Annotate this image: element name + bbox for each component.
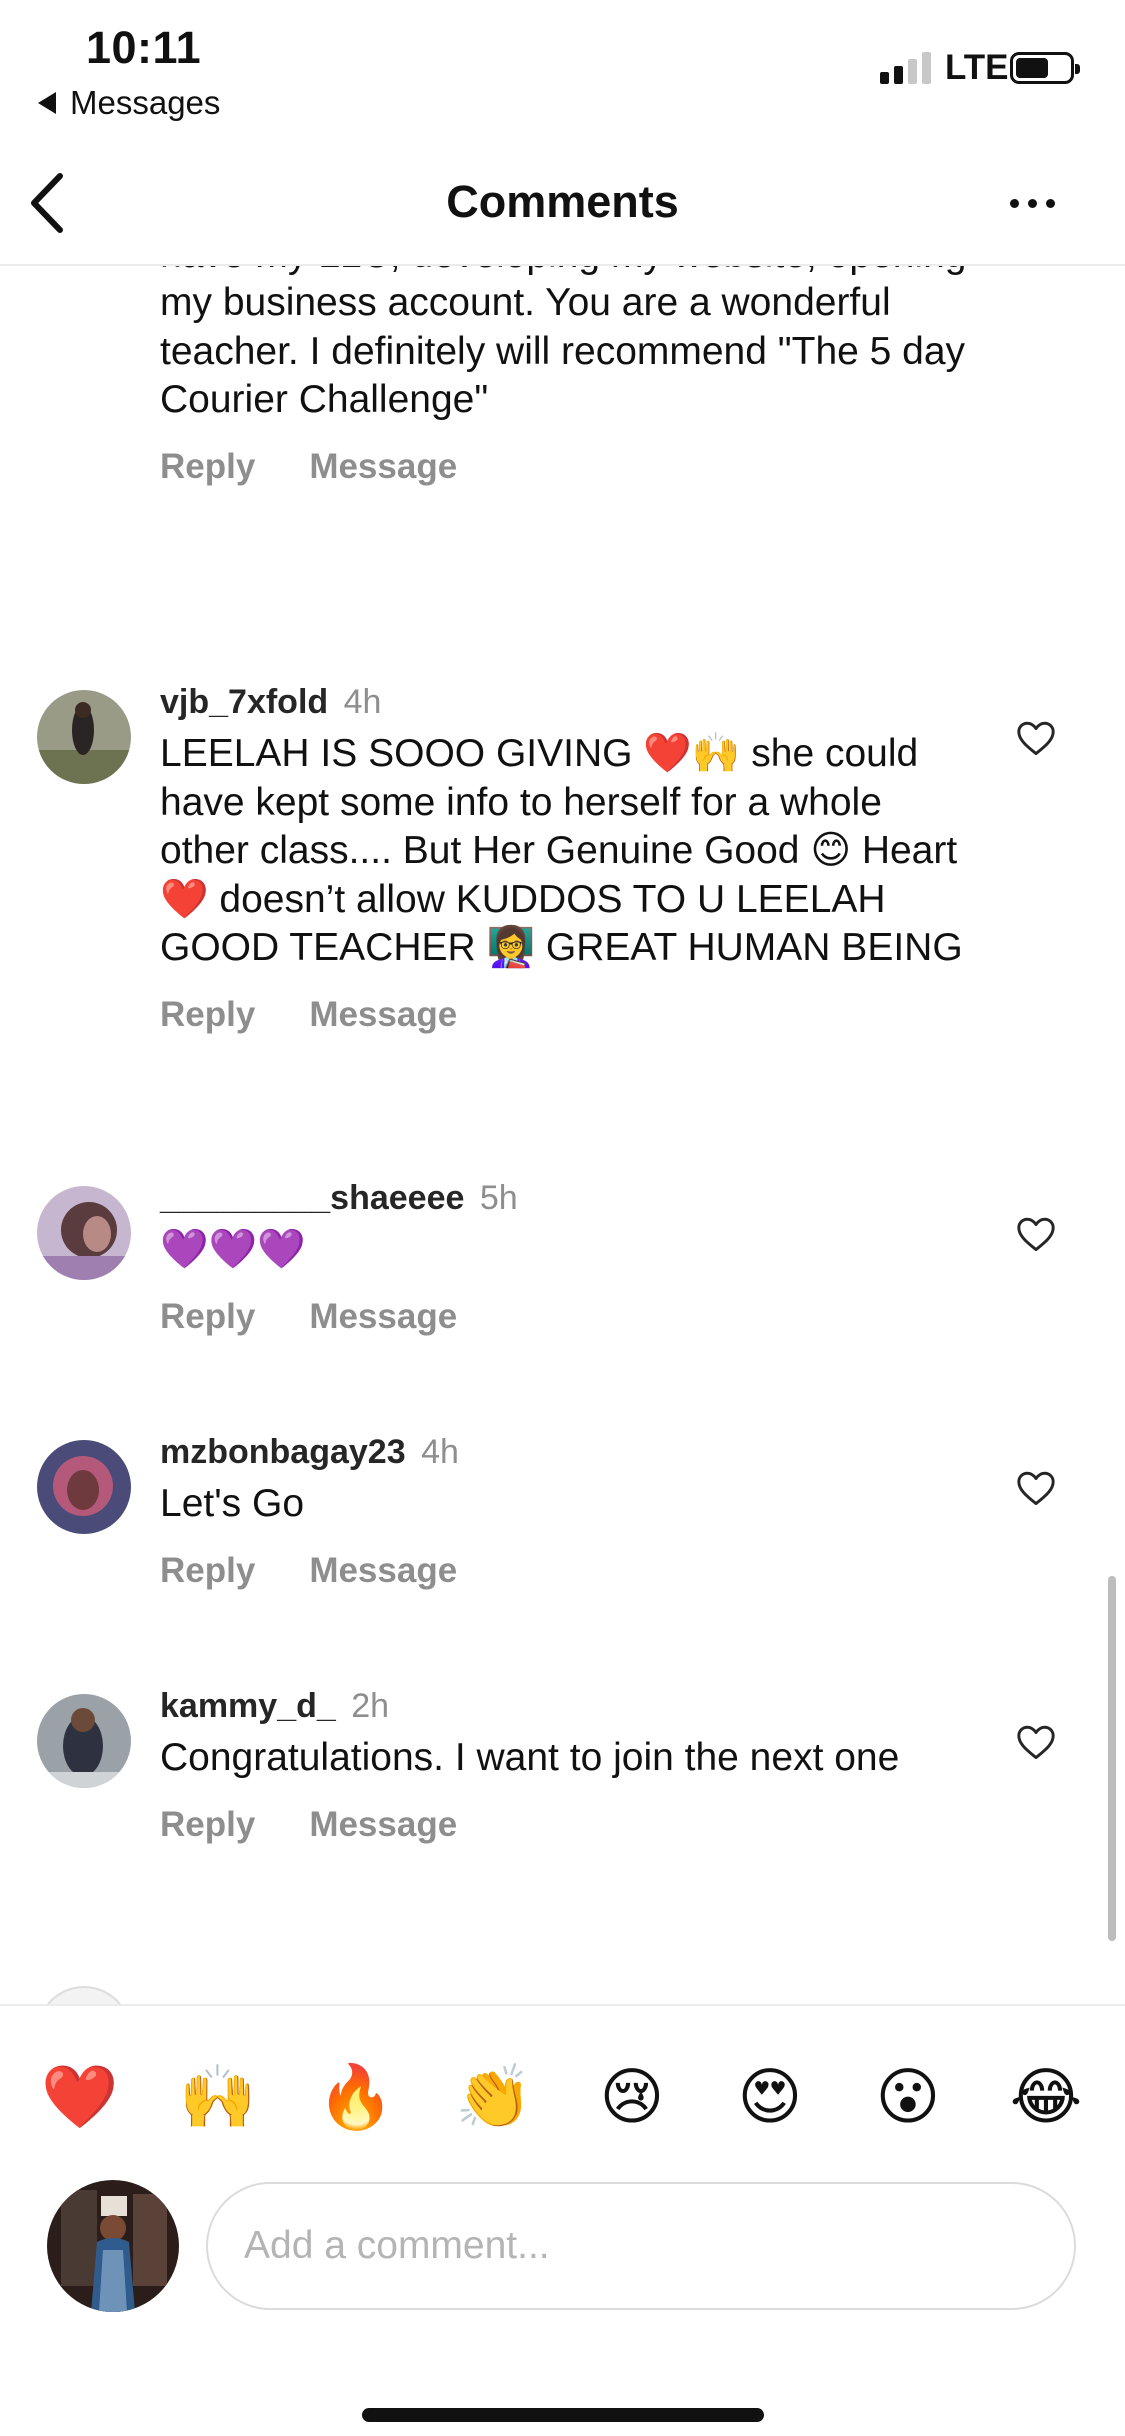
reply-button[interactable]: Reply	[160, 1297, 255, 1337]
clapping-hands-emoji[interactable]: 👏	[449, 2052, 539, 2142]
fire-emoji[interactable]: 🔥	[311, 2052, 401, 2142]
comment-text: Congratulations. I want to join the next…	[160, 1736, 900, 1779]
comment-username[interactable]: kammy_d_	[160, 1687, 336, 1725]
reply-button[interactable]: Reply	[160, 447, 255, 487]
reply-button[interactable]: Reply	[160, 1551, 255, 1591]
comment-text: LEELAH IS SOOO GIVING ❤️🙌 she could have…	[160, 732, 963, 969]
page-title: Comments	[446, 176, 679, 227]
comment-input[interactable]	[206, 2182, 1076, 2310]
surprised-face-emoji[interactable]: 😮	[863, 2052, 953, 2142]
scroll-indicator[interactable]	[1108, 1576, 1116, 1941]
comment-timestamp: 4h	[343, 683, 382, 721]
comment-text: Let's Go	[160, 1482, 305, 1525]
avatar[interactable]	[37, 1986, 131, 2004]
comment-header: mzbonbagay23 4h	[160, 1432, 980, 1472]
home-indicator[interactable]	[362, 2408, 764, 2422]
reply-button[interactable]: Reply	[160, 995, 255, 1035]
comment-timestamp: 4h	[421, 1433, 459, 1471]
comment-username[interactable]: mzbonbagay23	[160, 1433, 406, 1471]
back-triangle-icon	[38, 92, 56, 114]
comment-body: I want to thank you!!! The class motivat…	[160, 266, 980, 487]
comment-text: I want to thank you!!! The class motivat…	[160, 266, 966, 421]
dot	[1028, 198, 1037, 208]
comment-composer: ❤️ 🙌 🔥 👏 😢 😍 😮 😂	[0, 2004, 1125, 2436]
avatar[interactable]	[37, 1440, 131, 1534]
dot	[1010, 198, 1019, 208]
comment-timestamp: 2h	[351, 1687, 390, 1725]
comment-actions: Reply Message	[160, 1297, 980, 1337]
comment-body: kammy_d_ 2h Congratulations. I want to j…	[160, 1686, 980, 1845]
comment-header: _________shaeeee 5h	[160, 1178, 980, 1218]
raised-hands-emoji[interactable]: 🙌	[173, 2052, 263, 2142]
message-button[interactable]: Message	[309, 447, 457, 487]
reply-button[interactable]: Reply	[160, 1805, 255, 1845]
battery-icon	[1010, 52, 1080, 84]
comment-text: 💜💜💜	[160, 1228, 306, 1271]
comment-body: mzbonbagay23 4h Let's Go Reply Message	[160, 1432, 980, 1591]
current-user-avatar	[47, 2180, 179, 2312]
like-heart-icon[interactable]	[1016, 1470, 1056, 1506]
like-heart-icon[interactable]	[1016, 1724, 1056, 1760]
comments-screen: 10:11 Messages LTE Comments my business …	[0, 0, 1125, 2436]
comment-body: _________shaeeee 5h 💜💜💜 Reply Message	[160, 1178, 980, 1337]
signal-bar	[880, 72, 889, 84]
status-bar: 10:11 Messages LTE	[0, 0, 1125, 140]
signal-bar	[922, 52, 931, 84]
signal-bar	[894, 66, 903, 84]
comment-actions: Reply Message	[160, 1805, 980, 1845]
like-heart-icon[interactable]	[1016, 720, 1056, 756]
message-button[interactable]: Message	[309, 1297, 457, 1337]
status-time: 10:11	[86, 22, 202, 73]
message-button[interactable]: Message	[309, 995, 457, 1035]
battery-nub	[1075, 64, 1080, 74]
red-heart-emoji[interactable]: ❤️	[35, 2052, 125, 2142]
quick-emoji-bar: ❤️ 🙌 🔥 👏 😢 😍 😮 😂	[0, 2052, 1125, 2142]
back-to-messages-link[interactable]: Messages	[38, 84, 220, 122]
signal-strength-icon	[880, 52, 931, 84]
battery-fill	[1016, 58, 1049, 78]
dot	[1046, 198, 1055, 208]
network-label: LTE	[945, 48, 1009, 87]
signal-bar	[908, 59, 917, 84]
comment-username[interactable]: vjb_7xfold	[160, 683, 328, 721]
like-heart-icon[interactable]	[1016, 1216, 1056, 1252]
heart-eyes-emoji[interactable]: 😍	[725, 2052, 815, 2142]
crying-face-emoji[interactable]: 😢	[587, 2052, 677, 2142]
comment-actions: Reply Message	[160, 1551, 980, 1591]
avatar[interactable]	[37, 1694, 131, 1788]
message-button[interactable]: Message	[309, 1551, 457, 1591]
comment-username[interactable]: _________shaeeee	[160, 1179, 464, 1217]
comment-actions: Reply Message	[160, 995, 980, 1035]
nav-bar: Comments	[0, 140, 1125, 266]
comment-actions: Reply Message	[160, 447, 980, 487]
comment-header: kammy_d_ 2h	[160, 1686, 980, 1726]
comment-header: vjb_7xfold 4h	[160, 682, 980, 722]
message-button[interactable]: Message	[309, 1805, 457, 1845]
more-options-icon[interactable]	[1010, 188, 1070, 218]
comment-timestamp: 5h	[479, 1179, 518, 1217]
comment-body: vjb_7xfold 4h LEELAH IS SOOO GIVING ❤️🙌 …	[160, 682, 980, 1035]
comments-list[interactable]: I want to thank you!!! The class motivat…	[0, 266, 1125, 2004]
avatar[interactable]	[37, 690, 131, 784]
back-app-label: Messages	[70, 84, 221, 121]
tears-of-joy-emoji[interactable]: 😂	[1001, 2052, 1091, 2142]
avatar[interactable]	[37, 1186, 131, 1280]
